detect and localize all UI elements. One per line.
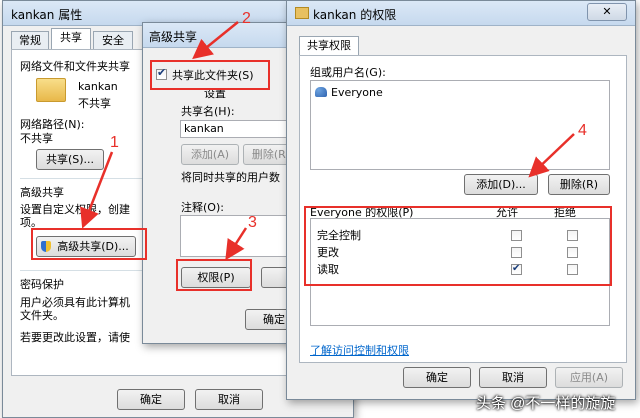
arrow-2 <box>192 21 239 60</box>
annotation-arrows <box>80 21 575 261</box>
arrow-1 <box>80 151 114 229</box>
watermark: 头条 @不一样的旋旋 <box>476 395 616 412</box>
arrow-4 <box>528 133 575 178</box>
arrow-3 <box>225 227 248 261</box>
